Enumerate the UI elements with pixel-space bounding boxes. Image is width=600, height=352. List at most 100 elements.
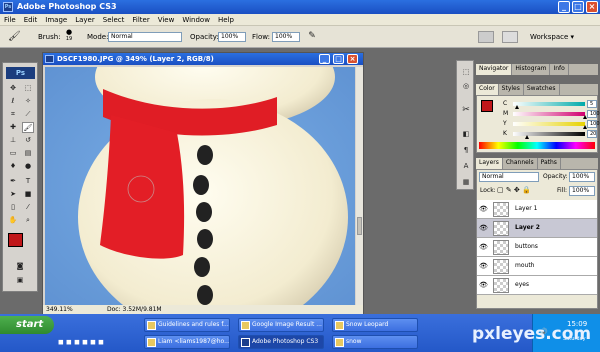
- quick-mask-icon[interactable]: ◙: [14, 261, 26, 272]
- pen-tool-icon[interactable]: ✒: [7, 176, 19, 187]
- mode-select[interactable]: Normal: [108, 32, 182, 42]
- screen-mode-icon[interactable]: ▣: [14, 275, 26, 286]
- maximize-button[interactable]: □: [572, 1, 584, 13]
- shape-tool-icon[interactable]: ■: [22, 189, 34, 200]
- taskbar-item[interactable]: Guidelines and rules f...: [144, 318, 230, 332]
- path-selection-icon[interactable]: ➤: [7, 189, 19, 200]
- fill-input[interactable]: 100%: [569, 186, 595, 196]
- channel-slider-m[interactable]: [513, 112, 585, 116]
- tools-panel-icon[interactable]: ✂: [460, 105, 472, 116]
- minimize-button[interactable]: _: [558, 1, 570, 13]
- menu-filter[interactable]: Filter: [128, 14, 153, 24]
- eye-icon[interactable]: 👁: [479, 224, 488, 232]
- channel-value-c[interactable]: 5: [587, 100, 597, 108]
- brushes-panel-icon[interactable]: ⬚: [460, 67, 472, 78]
- menu-help[interactable]: Help: [214, 14, 238, 24]
- taskbar-item-active[interactable]: Adobe Photoshop CS3: [238, 335, 324, 349]
- actions-icon[interactable]: ▦: [460, 177, 472, 188]
- layer-row[interactable]: 👁 buttons: [477, 238, 597, 257]
- channel-slider-c[interactable]: [513, 102, 585, 106]
- lock-icons[interactable]: ▢ ✎ ✥ 🔒: [497, 186, 531, 194]
- menu-edit[interactable]: Edit: [20, 14, 42, 24]
- layer-row[interactable]: 👁 Layer 1: [477, 200, 597, 219]
- scroll-thumb[interactable]: [357, 217, 362, 235]
- tab-info[interactable]: Info: [550, 64, 569, 75]
- tab-channels[interactable]: Channels: [503, 158, 538, 169]
- menu-window[interactable]: Window: [178, 14, 214, 24]
- clone-stamp-icon[interactable]: ⊥: [7, 135, 19, 146]
- start-button[interactable]: start: [0, 316, 54, 334]
- flow-input[interactable]: 100%: [272, 32, 300, 42]
- layer-row[interactable]: 👁 mouth: [477, 257, 597, 276]
- brush-tool-icon[interactable]: 🖌: [22, 122, 34, 133]
- gradient-tool-icon[interactable]: ▤: [22, 148, 34, 159]
- workspace-button[interactable]: Workspace ▾: [530, 33, 574, 41]
- menu-layer[interactable]: Layer: [71, 14, 99, 24]
- taskbar-item[interactable]: Snow Leopard: [332, 318, 418, 332]
- character-icon[interactable]: A: [460, 161, 472, 172]
- zoom-tool-icon[interactable]: ⌕: [22, 215, 34, 226]
- channel-value-m[interactable]: 100: [587, 110, 600, 118]
- hand-tool-icon[interactable]: ✋: [7, 215, 19, 226]
- lasso-tool-icon[interactable]: ℓ: [7, 96, 19, 107]
- close-button[interactable]: ×: [586, 1, 598, 13]
- menu-file[interactable]: File: [0, 14, 20, 24]
- tab-histogram[interactable]: Histogram: [512, 64, 551, 75]
- eye-icon[interactable]: 👁: [479, 243, 488, 251]
- eye-icon[interactable]: 👁: [479, 262, 488, 270]
- slice-tool-icon[interactable]: ⟋: [22, 109, 34, 120]
- type-tool-icon[interactable]: T: [22, 176, 34, 187]
- brush-tool-preset-icon[interactable]: 🖌: [8, 31, 21, 42]
- color-panel-foreground[interactable]: [481, 100, 493, 112]
- eye-icon[interactable]: 👁: [479, 205, 488, 213]
- tab-swatches[interactable]: Swatches: [524, 84, 560, 95]
- taskbar-item[interactable]: Google Image Result ...: [238, 318, 324, 332]
- opacity-input[interactable]: 100%: [218, 32, 246, 42]
- eye-icon[interactable]: 👁: [479, 281, 488, 289]
- marquee-tool-icon[interactable]: ⬚: [22, 83, 34, 94]
- layer-comps-icon[interactable]: ◧: [460, 129, 472, 140]
- crop-tool-icon[interactable]: ⌗: [7, 109, 19, 120]
- magic-wand-icon[interactable]: ✧: [22, 96, 34, 107]
- notes-tool-icon[interactable]: ▯: [7, 202, 19, 213]
- tab-layers[interactable]: Layers: [476, 158, 503, 169]
- doc-close-button[interactable]: ×: [347, 54, 358, 64]
- taskbar-item[interactable]: Liam <liams1987@ho...: [144, 335, 230, 349]
- doc-maximize-button[interactable]: □: [333, 54, 344, 64]
- eyedropper-icon[interactable]: ⁄: [22, 202, 34, 213]
- blur-tool-icon[interactable]: ♦: [7, 161, 19, 172]
- tab-paths[interactable]: Paths: [538, 158, 561, 169]
- airbrush-icon[interactable]: ✎: [306, 31, 318, 42]
- history-brush-icon[interactable]: ↺: [22, 135, 34, 146]
- paragraph-icon[interactable]: ¶: [460, 145, 472, 156]
- menu-select[interactable]: Select: [99, 14, 129, 24]
- brush-picker[interactable]: ● 19: [62, 28, 76, 46]
- move-tool-icon[interactable]: ✥: [7, 83, 19, 94]
- channel-value-y[interactable]: 100: [587, 120, 600, 128]
- channel-slider-k[interactable]: [513, 132, 585, 136]
- layer-opacity-input[interactable]: 100%: [569, 172, 595, 182]
- healing-brush-icon[interactable]: ✚: [7, 122, 19, 133]
- zoom-level[interactable]: 349.11%: [46, 306, 73, 313]
- tab-color[interactable]: Color: [476, 84, 499, 95]
- tab-styles[interactable]: Styles: [499, 84, 524, 95]
- channel-slider-y[interactable]: [513, 122, 585, 126]
- menu-view[interactable]: View: [154, 14, 179, 24]
- dodge-tool-icon[interactable]: ●: [22, 161, 34, 172]
- channel-slider-handle[interactable]: [514, 105, 519, 109]
- tool-presets-icon[interactable]: ◎: [460, 81, 472, 92]
- channel-slider-handle[interactable]: [525, 135, 530, 139]
- color-spectrum-bar[interactable]: [479, 142, 595, 149]
- document-title-bar[interactable]: DSCF1980.JPG @ 349% (Layer 2, RGB/8) _ □…: [43, 53, 363, 65]
- menu-image[interactable]: Image: [41, 14, 71, 24]
- layer-row[interactable]: 👁 eyes: [477, 276, 597, 295]
- eraser-tool-icon[interactable]: ▭: [7, 148, 19, 159]
- taskbar-item[interactable]: snow: [332, 335, 418, 349]
- tab-navigator[interactable]: Navigator: [476, 64, 513, 75]
- layer-row-active[interactable]: 👁 Layer 2: [477, 219, 597, 238]
- quick-launch-icons[interactable]: ◼ ◼ ◼ ◼ ◼ ◼: [58, 338, 138, 348]
- vertical-scrollbar[interactable]: [356, 67, 363, 305]
- palette-well-icon[interactable]: [478, 31, 494, 43]
- image-canvas[interactable]: [45, 67, 355, 305]
- bridge-icon[interactable]: [502, 31, 518, 43]
